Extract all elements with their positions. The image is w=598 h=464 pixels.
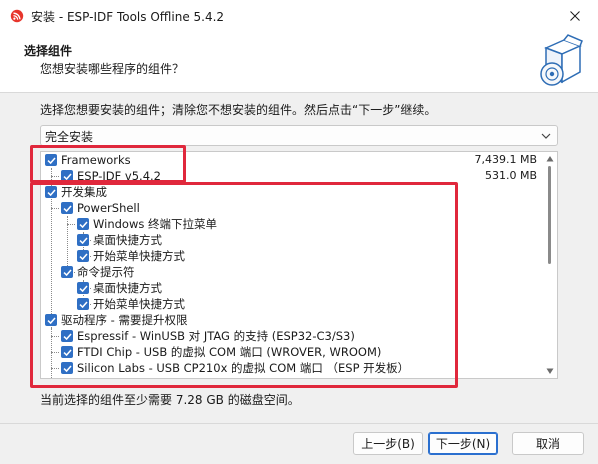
checkbox[interactable] (61, 362, 73, 374)
checkbox[interactable] (61, 170, 73, 182)
component-row-windows-terminal[interactable]: Windows 终端下拉菜单 (77, 216, 217, 232)
tree-connector (51, 352, 59, 353)
component-row-esp-idf[interactable]: ESP-IDF v5.4.2 (61, 168, 161, 184)
wizard-footer: 上一步(B) 下一步(N) 取消 (0, 424, 598, 464)
checkbox[interactable] (77, 250, 89, 262)
check-icon (62, 349, 72, 356)
page-subtitle: 您想安装哪些程序的组件？ (40, 62, 185, 76)
component-row-frameworks[interactable]: Frameworks (45, 152, 131, 168)
checkbox[interactable] (77, 218, 89, 230)
component-label: PowerShell (77, 201, 140, 215)
installer-box-disc-icon (540, 34, 583, 86)
vertical-scrollbar[interactable] (543, 152, 557, 378)
component-row-dev-integration[interactable]: 开发集成 (45, 184, 107, 200)
component-size: 531.0 MB (484, 169, 537, 182)
checkbox[interactable] (61, 266, 73, 278)
component-label: 开发集成 (61, 185, 107, 199)
component-row-ps-start-menu-shortcut[interactable]: 开始菜单快捷方式 (77, 248, 185, 264)
check-icon (62, 205, 72, 212)
disk-space-required: 当前选择的组件至少需要 7.28 GB 的磁盘空间。 (40, 393, 300, 407)
install-type-value: 完全安装 (45, 130, 94, 144)
checkbox[interactable] (45, 186, 57, 198)
title-bar: 安装 - ESP-IDF Tools Offline 5.4.2 (0, 0, 598, 32)
component-label: FTDI Chip - USB 的虚拟 COM 端口 (WROVER, WROO… (77, 345, 382, 359)
checkbox[interactable] (77, 234, 89, 246)
component-size: 7,439.1 MB (474, 153, 537, 166)
checkbox[interactable] (61, 346, 73, 358)
chevron-down-icon (541, 133, 551, 139)
checkbox[interactable] (61, 330, 73, 342)
close-button[interactable] (552, 0, 598, 32)
check-icon (62, 269, 72, 276)
scrollbar-thumb[interactable] (548, 166, 551, 264)
tree-connector (51, 208, 59, 209)
check-icon (62, 333, 72, 340)
component-row-ps-desktop-shortcut[interactable]: 桌面快捷方式 (77, 232, 162, 248)
component-row-cmd[interactable]: 命令提示符 (61, 264, 135, 280)
component-label: Windows 终端下拉菜单 (93, 217, 217, 231)
component-row-driver-ftdi[interactable]: FTDI Chip - USB 的虚拟 COM 端口 (WROVER, WROO… (61, 344, 381, 360)
checkbox[interactable] (45, 314, 57, 326)
component-label: 驱动程序 - 需要提升权限 (61, 313, 188, 327)
wizard-header: 选择组件 您想安装哪些程序的组件？ (0, 32, 598, 92)
component-label: 桌面快捷方式 (93, 281, 162, 295)
component-tree[interactable]: Frameworks 7,439.1 MB ESP-IDF v5.4.2 531… (40, 151, 558, 379)
back-button[interactable]: 上一步(B) (353, 432, 423, 455)
wizard-content: 选择您想要安装的组件；清除您不想安装的组件。然后点击“下一步”继续。 完全安装 … (0, 93, 598, 423)
component-row-driver-silabs[interactable]: Silicon Labs - USB CP210x 的虚拟 COM 端口 （ES… (61, 360, 409, 376)
check-icon (78, 221, 88, 228)
scroll-down-arrow-icon[interactable] (546, 367, 554, 375)
component-label: 命令提示符 (77, 265, 135, 279)
page-title: 选择组件 (24, 44, 73, 58)
window-title: 安装 - ESP-IDF Tools Offline 5.4.2 (31, 10, 225, 24)
component-label: Espressif - WinUSB 对 JTAG 的支持 (ESP32-C3/… (77, 329, 355, 343)
tree-connector (51, 176, 59, 177)
component-row-powershell[interactable]: PowerShell (61, 200, 140, 216)
next-button[interactable]: 下一步(N) (428, 432, 498, 455)
check-icon (78, 253, 88, 260)
component-label: 桌面快捷方式 (93, 233, 162, 247)
component-row-cmd-desktop-shortcut[interactable]: 桌面快捷方式 (77, 280, 162, 296)
instruction-text: 选择您想要安装的组件；清除您不想安装的组件。然后点击“下一步”继续。 (40, 103, 437, 117)
checkbox[interactable] (77, 298, 89, 310)
espressif-logo-icon (10, 9, 24, 23)
check-icon (62, 173, 72, 180)
check-icon (46, 157, 56, 164)
check-icon (46, 317, 56, 324)
close-icon (570, 11, 580, 21)
component-label: Silicon Labs - USB CP210x 的虚拟 COM 端口 （ES… (77, 361, 410, 375)
check-icon (78, 301, 88, 308)
component-row-driver-espressif[interactable]: Espressif - WinUSB 对 JTAG 的支持 (ESP32-C3/… (61, 328, 355, 344)
component-row-cmd-start-menu-shortcut[interactable]: 开始菜单快捷方式 (77, 296, 185, 312)
check-icon (78, 237, 88, 244)
cancel-button[interactable]: 取消 (512, 432, 584, 455)
checkbox[interactable] (77, 282, 89, 294)
check-icon (78, 285, 88, 292)
checkbox[interactable] (61, 202, 73, 214)
scroll-up-arrow-icon[interactable] (546, 155, 554, 163)
tree-connector (51, 368, 59, 369)
component-label: 开始菜单快捷方式 (93, 249, 185, 263)
checkbox[interactable] (45, 154, 57, 166)
check-icon (62, 365, 72, 372)
component-row-drivers[interactable]: 驱动程序 - 需要提升权限 (45, 312, 187, 328)
install-type-dropdown[interactable]: 完全安装 (40, 125, 558, 146)
component-label: ESP-IDF v5.4.2 (77, 169, 161, 183)
check-icon (46, 189, 56, 196)
tree-connector (67, 224, 75, 225)
component-label: Frameworks (61, 153, 131, 167)
tree-connector (51, 336, 59, 337)
component-label: 开始菜单快捷方式 (93, 297, 185, 311)
